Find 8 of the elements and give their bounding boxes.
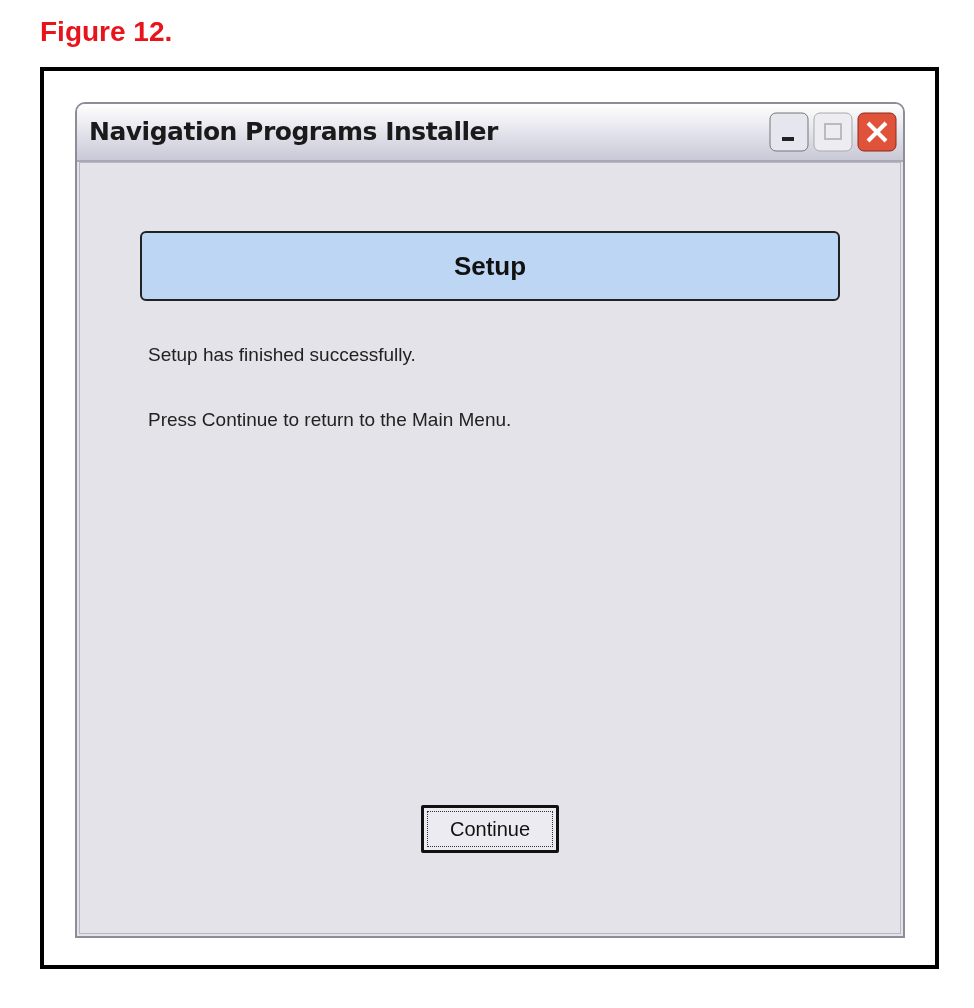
continue-button[interactable]: Continue [420, 805, 560, 853]
message-text: Setup has finished successfully. [148, 343, 417, 367]
setup-header: Setup [140, 231, 840, 301]
window-title: Navigation Programs Installer [89, 116, 500, 149]
minimize-icon[interactable] [769, 112, 809, 152]
figure-caption: Figure 12. [40, 15, 173, 49]
close-icon[interactable] [857, 112, 897, 152]
message-text: Press Continue to return to the Main Menu. [148, 407, 513, 432]
